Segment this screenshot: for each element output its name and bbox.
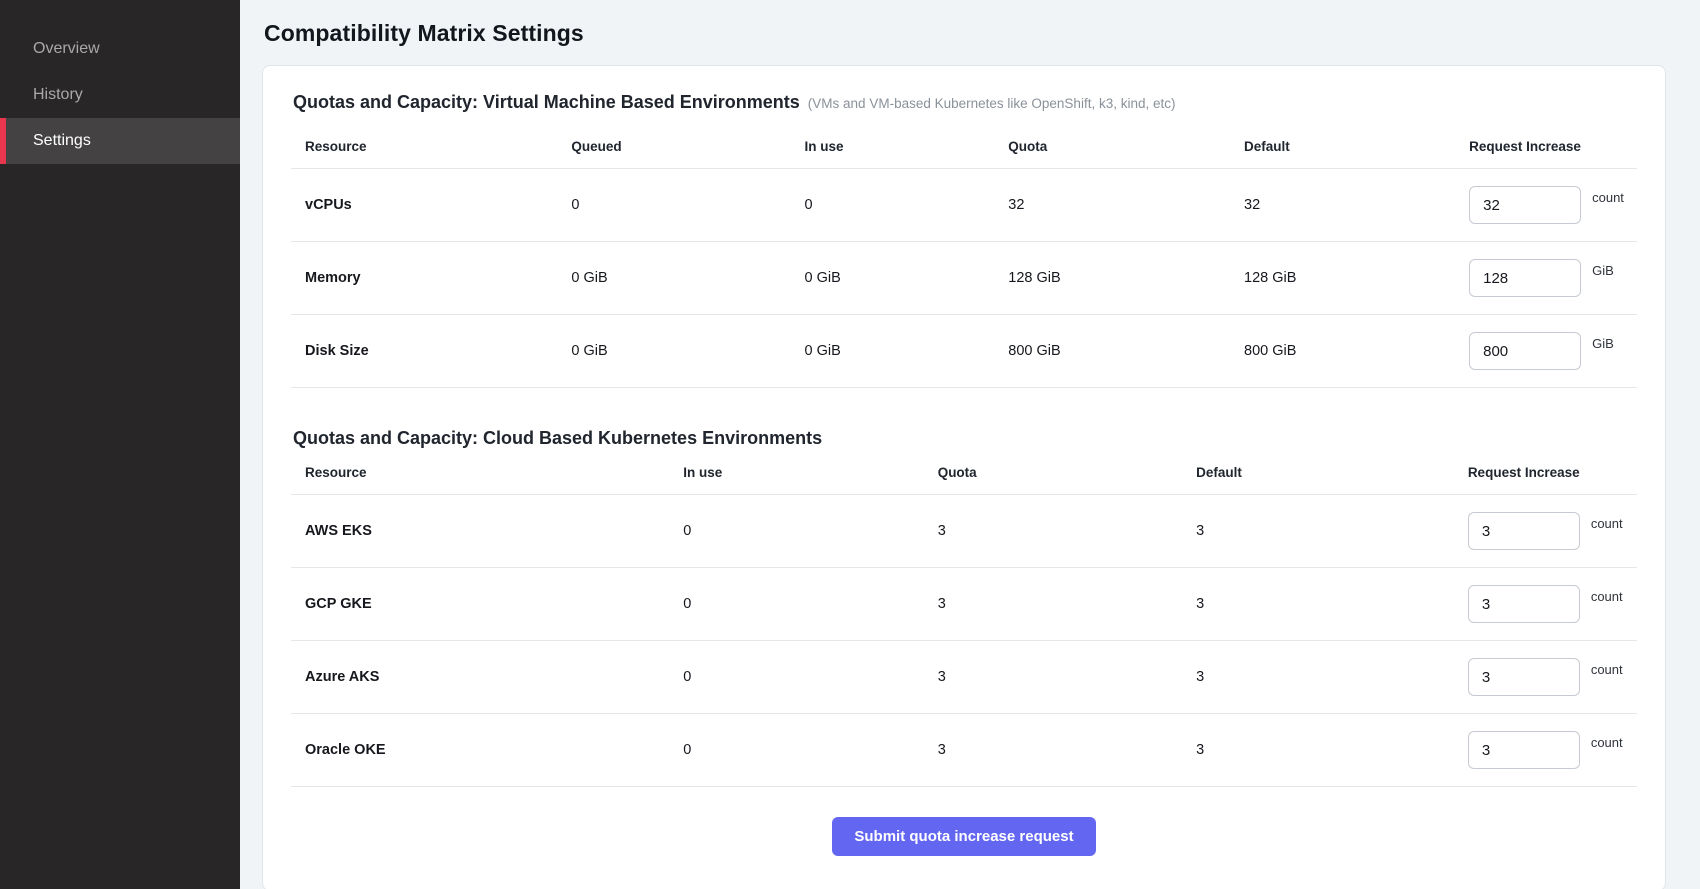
col-header-resource: Resource — [305, 139, 571, 154]
azure-aks-request-input[interactable] — [1468, 658, 1580, 696]
default-value: 3 — [1196, 669, 1468, 685]
default-value: 128 GiB — [1244, 270, 1469, 286]
resource-name: Oracle OKE — [305, 742, 683, 758]
sidebar-item-label: Overview — [33, 40, 100, 58]
resource-name: GCP GKE — [305, 596, 683, 612]
request-increase-cell: GiB — [1469, 259, 1637, 297]
sidebar: Overview History Settings — [0, 0, 240, 889]
unit-label: count — [1591, 735, 1623, 750]
default-value: 32 — [1244, 197, 1469, 213]
table-row-vcpus: vCPUs 0 0 32 32 count — [291, 169, 1637, 242]
table-row-oracle-oke: Oracle OKE 0 3 3 count — [291, 714, 1637, 787]
table-row-memory: Memory 0 GiB 0 GiB 128 GiB 128 GiB GiB — [291, 242, 1637, 315]
table-row-disk-size: Disk Size 0 GiB 0 GiB 800 GiB 800 GiB Gi… — [291, 315, 1637, 388]
cloud-table-header: Resource In use Quota Default Request In… — [291, 449, 1637, 495]
sidebar-item-label: Settings — [33, 132, 91, 150]
in-use-value: 0 GiB — [804, 343, 1008, 359]
unit-label: count — [1591, 516, 1623, 531]
col-header-default: Default — [1196, 465, 1468, 480]
table-row-azure-aks: Azure AKS 0 3 3 count — [291, 641, 1637, 714]
memory-request-input[interactable] — [1469, 259, 1581, 297]
sidebar-item-label: History — [33, 86, 83, 104]
main-content: Compatibility Matrix Settings Quotas and… — [240, 0, 1700, 889]
in-use-value: 0 GiB — [804, 270, 1008, 286]
vm-table-header: Resource Queued In use Quota Default Req… — [291, 113, 1637, 169]
vcpus-request-input[interactable] — [1469, 186, 1581, 224]
col-header-resource: Resource — [305, 465, 683, 480]
col-header-in-use: In use — [804, 139, 1008, 154]
quota-value: 3 — [938, 669, 1196, 685]
queued-value: 0 GiB — [571, 270, 804, 286]
app-window: Overview History Settings Compatibility … — [0, 0, 1700, 889]
quota-value: 800 GiB — [1008, 343, 1244, 359]
in-use-value: 0 — [683, 523, 937, 539]
sidebar-item-settings[interactable]: Settings — [0, 118, 240, 164]
col-header-in-use: In use — [683, 465, 937, 480]
aws-eks-request-input[interactable] — [1468, 512, 1580, 550]
oracle-oke-request-input[interactable] — [1468, 731, 1580, 769]
in-use-value: 0 — [683, 669, 937, 685]
vm-section-subtitle: (VMs and VM-based Kubernetes like OpenSh… — [808, 96, 1176, 111]
col-header-default: Default — [1244, 139, 1469, 154]
resource-name: vCPUs — [305, 197, 571, 213]
default-value: 3 — [1196, 523, 1468, 539]
quota-value: 3 — [938, 596, 1196, 612]
in-use-value: 0 — [683, 596, 937, 612]
resource-name: Memory — [305, 270, 571, 286]
vm-section-title: Quotas and Capacity: Virtual Machine Bas… — [293, 92, 800, 113]
table-row-aws-eks: AWS EKS 0 3 3 count — [291, 495, 1637, 568]
resource-name: Disk Size — [305, 343, 571, 359]
quota-value: 3 — [938, 523, 1196, 539]
default-value: 3 — [1196, 596, 1468, 612]
queued-value: 0 — [571, 197, 804, 213]
request-increase-cell: count — [1468, 512, 1637, 550]
queued-value: 0 GiB — [571, 343, 804, 359]
cloud-section-title: Quotas and Capacity: Cloud Based Kuberne… — [293, 428, 822, 449]
unit-label: GiB — [1592, 263, 1614, 278]
disk-size-request-input[interactable] — [1469, 332, 1581, 370]
sidebar-item-history[interactable]: History — [0, 72, 240, 118]
default-value: 3 — [1196, 742, 1468, 758]
unit-label: GiB — [1592, 336, 1614, 351]
submit-quota-increase-button[interactable]: Submit quota increase request — [832, 817, 1095, 856]
request-increase-cell: count — [1468, 731, 1637, 769]
quota-value: 32 — [1008, 197, 1244, 213]
gcp-gke-request-input[interactable] — [1468, 585, 1580, 623]
default-value: 800 GiB — [1244, 343, 1469, 359]
unit-label: count — [1592, 190, 1624, 205]
resource-name: Azure AKS — [305, 669, 683, 685]
resource-name: AWS EKS — [305, 523, 683, 539]
quota-value: 3 — [938, 742, 1196, 758]
col-header-quota: Quota — [938, 465, 1196, 480]
cloud-section-header: Quotas and Capacity: Cloud Based Kuberne… — [291, 428, 1637, 449]
unit-label: count — [1591, 662, 1623, 677]
quota-settings-card: Quotas and Capacity: Virtual Machine Bas… — [262, 65, 1666, 889]
request-increase-cell: count — [1468, 585, 1637, 623]
sidebar-item-overview[interactable]: Overview — [0, 26, 240, 72]
table-row-gcp-gke: GCP GKE 0 3 3 count — [291, 568, 1637, 641]
col-header-quota: Quota — [1008, 139, 1244, 154]
request-increase-cell: count — [1469, 186, 1637, 224]
request-increase-cell: GiB — [1469, 332, 1637, 370]
col-header-request-increase: Request Increase — [1469, 139, 1637, 154]
in-use-value: 0 — [804, 197, 1008, 213]
col-header-request-increase: Request Increase — [1468, 465, 1637, 480]
unit-label: count — [1591, 589, 1623, 604]
submit-button-row: Submit quota increase request — [291, 817, 1637, 856]
vm-section-header: Quotas and Capacity: Virtual Machine Bas… — [291, 92, 1637, 113]
in-use-value: 0 — [683, 742, 937, 758]
col-header-queued: Queued — [571, 139, 804, 154]
quota-value: 128 GiB — [1008, 270, 1244, 286]
page-title: Compatibility Matrix Settings — [264, 20, 1666, 47]
request-increase-cell: count — [1468, 658, 1637, 696]
